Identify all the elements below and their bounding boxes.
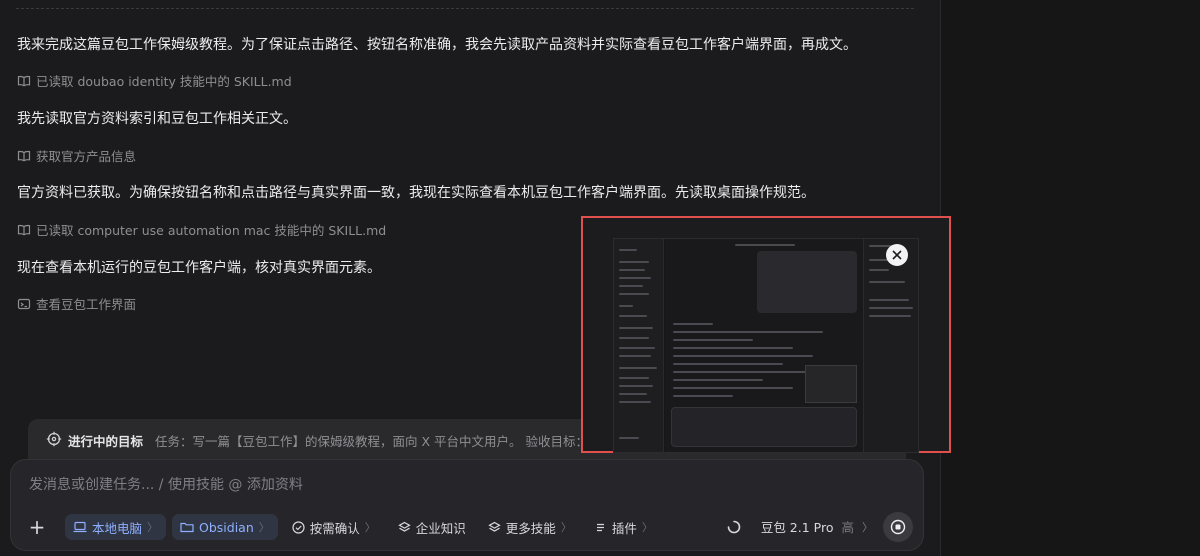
composer-toolbar: + 本地电脑 〉 Obsidian 〉 按需确认 〉 企业知识 更多技能 〉 插…	[25, 513, 661, 541]
stop-icon	[890, 519, 906, 535]
goal-title: 进行中的目标	[68, 434, 144, 449]
screenshot-preview[interactable]	[581, 216, 951, 453]
plugins-chip[interactable]: 插件 〉	[586, 514, 661, 540]
tool-call-item[interactable]: 查看豆包工作界面	[17, 294, 136, 313]
tool-call-item[interactable]: 已读取 doubao identity 技能中的 SKILL.md	[17, 71, 292, 90]
model-selector[interactable]: 豆包 2.1 Pro 高 〉	[727, 517, 873, 536]
tool-call-item[interactable]: 已读取 computer use automation mac 技能中的 SKI…	[17, 220, 386, 239]
loading-spinner-icon	[727, 520, 741, 533]
message-input[interactable]	[29, 477, 889, 493]
assistant-message: 我先读取官方资料索引和豆包工作相关正文。	[17, 111, 297, 127]
stop-button[interactable]	[883, 512, 913, 542]
tool-call-label: 已读取 computer use automation mac 技能中的 SKI…	[36, 223, 387, 238]
folder-icon	[180, 522, 194, 533]
layers-icon	[488, 521, 501, 532]
obsidian-label: Obsidian	[199, 519, 254, 535]
check-circle-icon	[292, 520, 305, 534]
confirm-mode-label: 按需确认	[309, 520, 360, 536]
model-name: 豆包 2.1 Pro	[760, 520, 834, 535]
obsidian-chip[interactable]: Obsidian 〉	[172, 514, 278, 540]
book-icon	[17, 224, 31, 235]
chevron-right-icon: 〉	[641, 521, 653, 534]
preview-image	[613, 238, 919, 453]
plus-icon: +	[28, 515, 46, 539]
book-icon	[17, 75, 31, 86]
assistant-message: 官方资料已获取。为确保按钮名称和点击路径与真实界面一致，我现在实际查看本机豆包工…	[17, 185, 815, 201]
tool-call-label: 已读取 doubao identity 技能中的 SKILL.md	[36, 74, 292, 89]
target-icon	[46, 431, 62, 447]
tool-call-label: 获取官方产品信息	[36, 149, 137, 164]
more-skills-label: 更多技能	[505, 520, 556, 536]
confirm-mode-chip[interactable]: 按需确认 〉	[284, 514, 384, 540]
close-preview-button[interactable]	[886, 244, 908, 266]
local-computer-chip[interactable]: 本地电脑 〉	[65, 514, 167, 540]
right-side-panel	[940, 0, 1200, 556]
chevron-right-icon: 〉	[258, 521, 270, 534]
book-icon	[17, 150, 31, 161]
chevron-right-icon: 〉	[364, 521, 376, 534]
chevron-right-icon: 〉	[862, 520, 873, 534]
chevron-right-icon: 〉	[147, 521, 159, 534]
laptop-icon	[73, 521, 87, 533]
plugin-icon	[596, 523, 604, 531]
plugins-label: 插件	[611, 520, 637, 536]
local-computer-label: 本地电脑	[92, 520, 143, 536]
enterprise-knowledge-chip[interactable]: 企业知识	[390, 514, 474, 540]
add-button[interactable]: +	[25, 515, 49, 539]
assistant-message: 我来完成这篇豆包工作保姆级教程。为了保证点击路径、按钮名称准确，我会先读取产品资…	[17, 37, 857, 53]
enterprise-knowledge-label: 企业知识	[415, 520, 466, 536]
terminal-icon	[17, 298, 31, 309]
chevron-right-icon: 〉	[560, 521, 572, 534]
close-icon	[892, 250, 902, 260]
model-level: 高	[841, 520, 854, 535]
more-skills-chip[interactable]: 更多技能 〉	[480, 514, 580, 540]
tool-call-label: 查看豆包工作界面	[36, 297, 137, 312]
message-composer: + 本地电脑 〉 Obsidian 〉 按需确认 〉 企业知识	[10, 459, 924, 551]
tool-call-item[interactable]: 获取官方产品信息	[17, 146, 136, 165]
layers-icon	[398, 521, 411, 532]
assistant-message: 现在查看本机运行的豆包工作客户端，核对真实界面元素。	[17, 260, 381, 276]
divider	[16, 8, 914, 9]
